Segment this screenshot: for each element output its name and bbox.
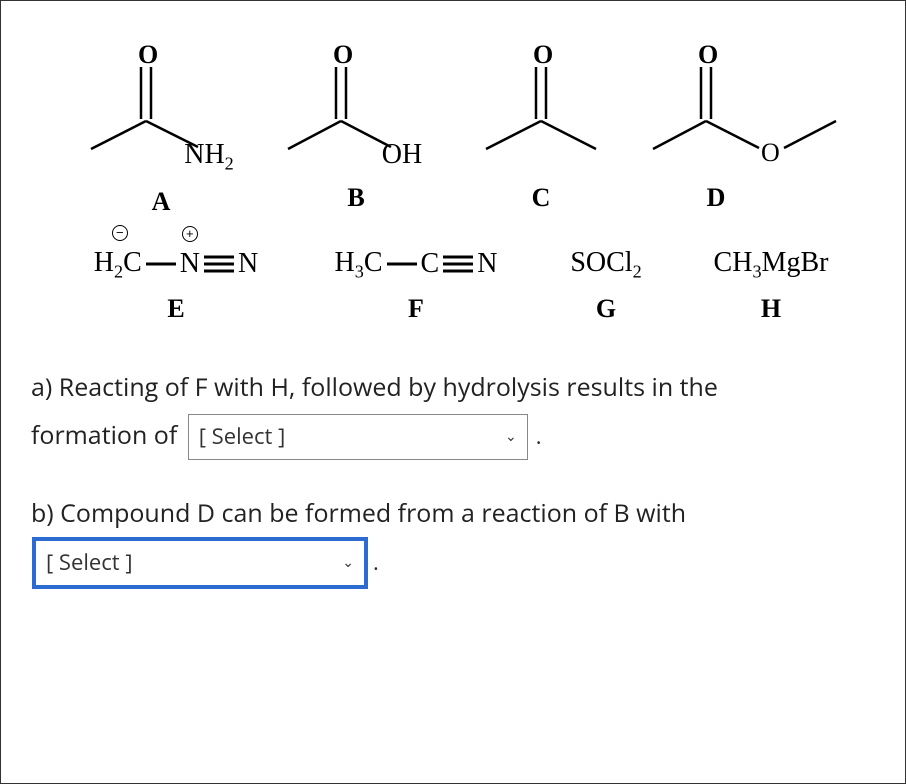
label-c: C bbox=[532, 183, 551, 213]
structure-row-2: − H2C + N N E H3C bbox=[31, 247, 875, 325]
question-b-line1: b) Compound D can be formed from a react… bbox=[31, 496, 686, 530]
label-e: E bbox=[167, 294, 184, 324]
question-a-line2: formation of bbox=[31, 418, 177, 452]
select-a-placeholder: [ Select ] bbox=[199, 416, 505, 458]
question-a: a) Reacting of F with H, followed by hyd… bbox=[31, 364, 875, 460]
structure-d-svg: O O bbox=[641, 41, 851, 191]
label-f: F bbox=[408, 294, 424, 324]
compound-g: SOCl2 G bbox=[551, 247, 661, 325]
chevron-down-icon: ⌄ bbox=[342, 550, 354, 577]
svg-text:O: O bbox=[698, 41, 718, 69]
question-a-line1: a) Reacting of F with H, followed by hyd… bbox=[31, 370, 718, 404]
select-a[interactable]: [ Select ] ⌄ bbox=[188, 414, 528, 460]
select-b-placeholder: [ Select ] bbox=[46, 542, 342, 584]
compound-e: − H2C + N N E bbox=[71, 247, 281, 325]
oh-label: OH bbox=[382, 139, 422, 171]
ch3mgbr-formula: CH3MgBr bbox=[714, 247, 829, 283]
plus-charge-icon: + bbox=[182, 226, 198, 242]
label-g: G bbox=[596, 294, 616, 324]
structure-c-svg: O bbox=[466, 41, 616, 191]
triple-bond-icon bbox=[439, 249, 477, 279]
triple-bond-icon bbox=[200, 249, 238, 279]
svg-text:O: O bbox=[533, 41, 553, 69]
question-b: b) Compound D can be formed from a react… bbox=[31, 490, 875, 586]
compound-h: CH3MgBr H bbox=[691, 247, 851, 325]
label-a: A bbox=[152, 187, 171, 217]
structure-row-1: O NH2 A O OH B bbox=[31, 41, 875, 217]
chevron-down-icon: ⌄ bbox=[505, 424, 517, 451]
single-bond-icon bbox=[383, 249, 421, 279]
label-h: H bbox=[761, 294, 781, 324]
compound-c: O C bbox=[461, 41, 621, 213]
question-page: O NH2 A O OH B bbox=[0, 0, 906, 784]
svg-text:O: O bbox=[333, 41, 353, 69]
period-b: . bbox=[373, 547, 379, 577]
single-bond-icon bbox=[142, 249, 180, 279]
compound-b: O OH B bbox=[271, 41, 441, 213]
label-b: B bbox=[347, 183, 364, 213]
compound-f: H3C C N F bbox=[311, 247, 521, 325]
compound-a: O NH2 A bbox=[71, 41, 251, 217]
minus-charge-icon: − bbox=[112, 225, 128, 241]
label-d: D bbox=[707, 183, 726, 213]
nh2-label: NH2 bbox=[184, 139, 234, 175]
compound-d: O O D bbox=[641, 41, 851, 213]
svg-text:O: O bbox=[761, 138, 780, 167]
select-b[interactable]: [ Select ] ⌄ bbox=[35, 540, 365, 586]
period-a: . bbox=[536, 421, 542, 451]
socl2-formula: SOCl2 bbox=[570, 247, 641, 283]
svg-text:O: O bbox=[138, 41, 158, 69]
